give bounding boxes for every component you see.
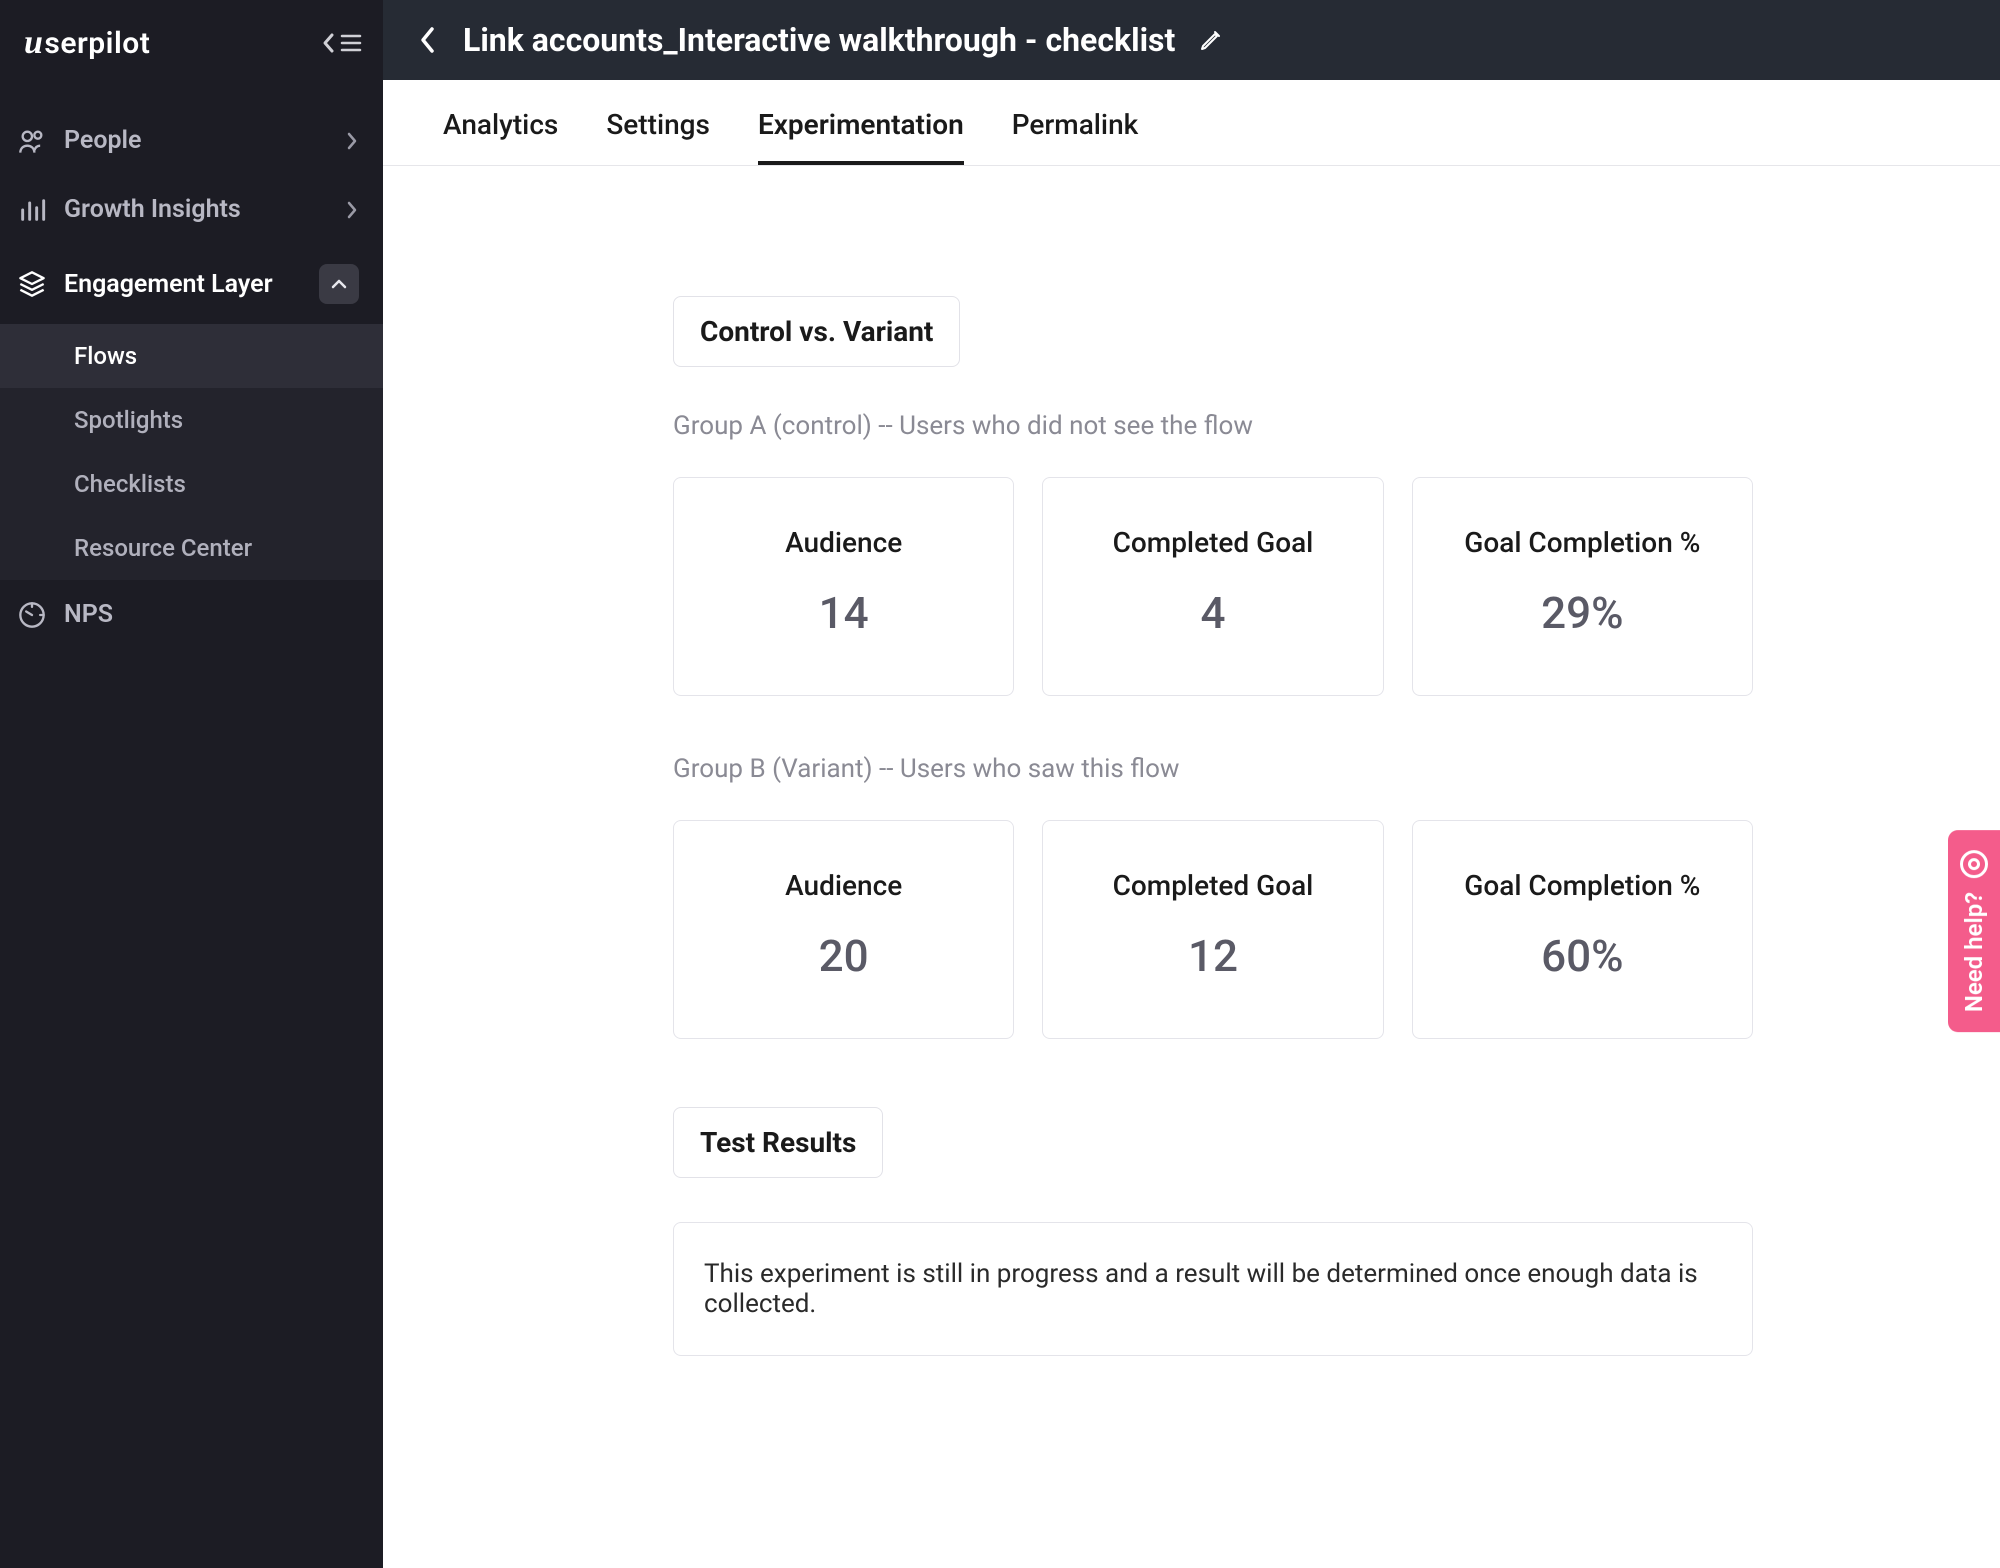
tab-permalink[interactable]: Permalink [1012,108,1139,165]
group-a-label: Group A (control) -- Users who did not s… [673,411,1753,441]
pencil-icon [1199,28,1223,52]
chevron-left-icon [321,31,337,55]
stat-value: 14 [694,587,993,639]
gauge-icon [18,601,52,629]
stat-title: Completed Goal [1063,526,1362,559]
tab-settings[interactable]: Settings [606,108,710,165]
stat-card-audience: Audience 20 [673,820,1014,1039]
stat-title: Audience [694,526,993,559]
stat-card-goal-completion: Goal Completion % 29% [1412,477,1753,696]
lifebuoy-icon [1960,850,1988,878]
group-b-stats: Audience 20 Completed Goal 12 Goal Compl… [673,820,1753,1039]
stat-card-audience: Audience 14 [673,477,1014,696]
stat-card-completed-goal: Completed Goal 12 [1042,820,1383,1039]
stat-card-completed-goal: Completed Goal 4 [1042,477,1383,696]
stat-value: 29% [1433,587,1732,639]
people-icon [18,127,52,155]
test-results-message: This experiment is still in progress and… [673,1222,1753,1356]
stat-card-goal-completion: Goal Completion % 60% [1412,820,1753,1039]
group-b-label: Group B (Variant) -- Users who saw this … [673,754,1753,784]
chevron-right-icon [345,131,359,151]
group-a-stats: Audience 14 Completed Goal 4 Goal Comple… [673,477,1753,696]
subnav-item-resource-center[interactable]: Resource Center [0,516,383,580]
stat-title: Goal Completion % [1433,526,1732,559]
subnav-item-checklists[interactable]: Checklists [0,452,383,516]
brand-logo[interactable]: userpilot [24,24,150,62]
main: Link accounts_Interactive walkthrough - … [383,0,2000,1568]
subnav-item-flows[interactable]: Flows [0,324,383,388]
content: Control vs. Variant Group A (control) --… [383,166,2000,1568]
tabs: Analytics Settings Experimentation Perma… [383,80,2000,166]
collapse-section-button[interactable] [319,264,359,304]
nav-label: Growth Insights [64,195,345,224]
nav: People Growth Insights Engagement Laye [0,86,383,649]
tab-experimentation[interactable]: Experimentation [758,108,964,165]
nav-label: People [64,126,345,155]
edit-title-button[interactable] [1199,28,1223,52]
tab-analytics[interactable]: Analytics [443,108,558,165]
sidebar-item-people[interactable]: People [0,106,383,175]
need-help-button[interactable]: Need help? [1948,830,2000,1032]
section-heading-control-vs-variant: Control vs. Variant [673,296,960,367]
sidebar-collapse-button[interactable] [321,31,363,55]
stat-title: Goal Completion % [1433,869,1732,902]
engagement-subnav: Flows Spotlights Checklists Resource Cen… [0,324,383,580]
logo-text: serpilot [44,26,150,61]
layers-icon [18,270,52,298]
stat-value: 60% [1433,930,1732,982]
sidebar-item-nps[interactable]: NPS [0,580,383,649]
stat-title: Completed Goal [1063,869,1362,902]
page-title: Link accounts_Interactive walkthrough - … [463,21,1175,59]
chevron-right-icon [345,200,359,220]
stat-value: 4 [1063,587,1362,639]
nav-label: Engagement Layer [64,270,319,299]
nav-label: NPS [64,600,359,629]
sidebar: userpilot People Growth I [0,0,383,1568]
bar-chart-icon [18,196,52,224]
help-label: Need help? [1960,892,1988,1012]
logo-mark: u [24,24,43,62]
sidebar-item-growth-insights[interactable]: Growth Insights [0,175,383,244]
topbar: Link accounts_Interactive walkthrough - … [383,0,2000,80]
sidebar-item-engagement-layer[interactable]: Engagement Layer [0,244,383,324]
menu-icon [339,31,363,55]
subnav-item-spotlights[interactable]: Spotlights [0,388,383,452]
stat-value: 12 [1063,930,1362,982]
chevron-up-icon [330,278,348,290]
section-heading-test-results: Test Results [673,1107,883,1178]
chevron-left-icon [417,25,439,55]
stat-value: 20 [694,930,993,982]
stat-title: Audience [694,869,993,902]
back-button[interactable] [417,25,439,55]
